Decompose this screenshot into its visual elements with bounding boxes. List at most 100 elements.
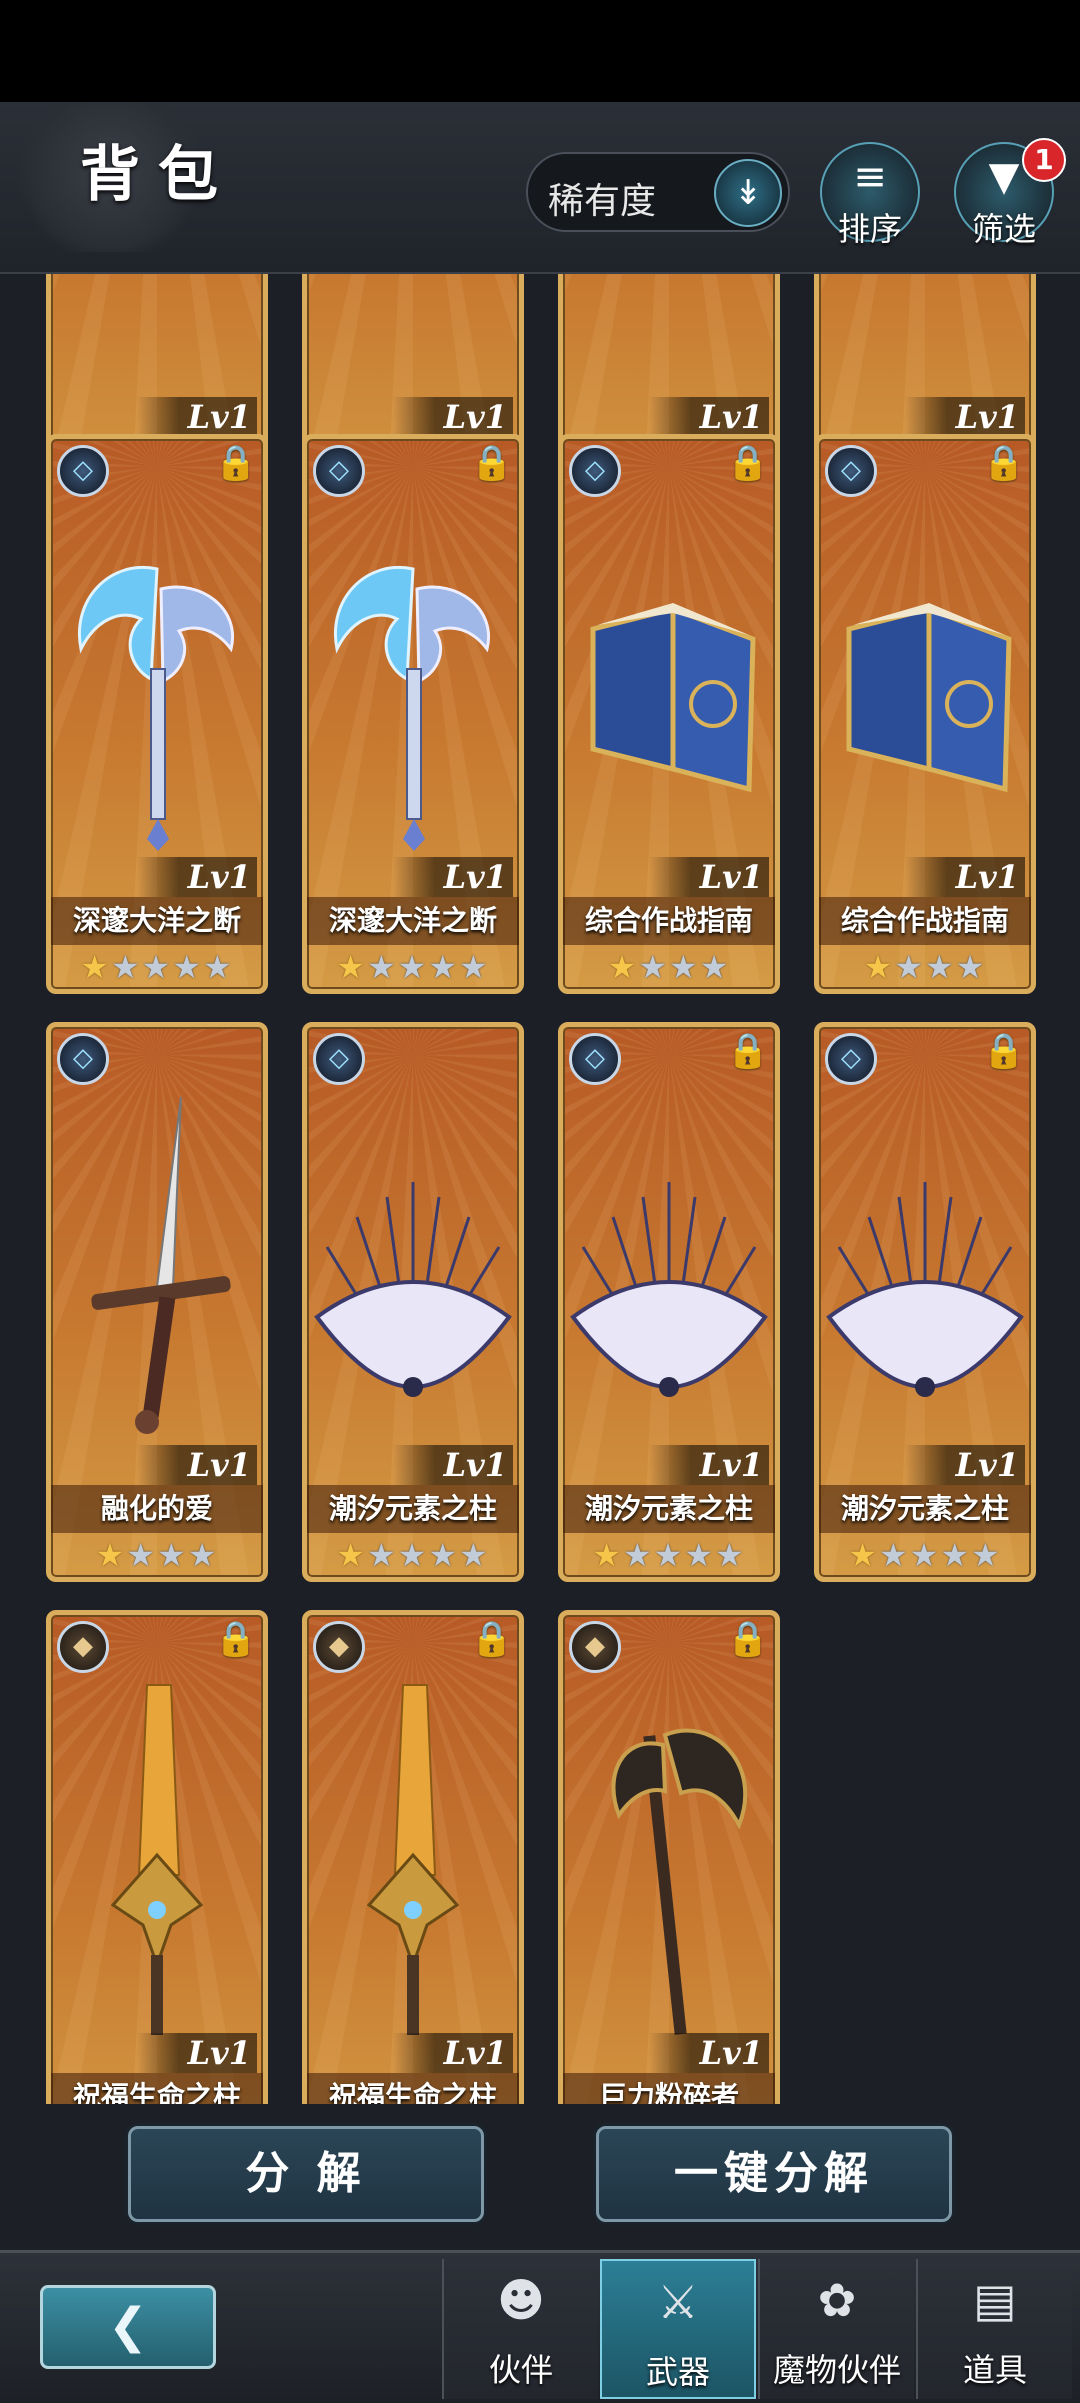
star-icon: ★: [638, 948, 669, 986]
weapon-card[interactable]: ◇ 🔒 Lv1 潮汐元素之柱 ★★★★★: [814, 1022, 1036, 1582]
level-label: Lv1: [905, 857, 1025, 897]
star-icon: ★: [971, 1536, 1002, 1574]
star-icon: ★: [336, 948, 367, 986]
star-icon: ★: [684, 1536, 716, 1574]
level-label: Lv1: [649, 397, 769, 437]
tab-monster-partner[interactable]: ✿ 魔物伙伴: [758, 2259, 914, 2399]
filter-count-badge: 1: [1022, 138, 1066, 182]
tab-label: 道具: [962, 2351, 1027, 2389]
level-label: Lv1: [393, 397, 513, 437]
star-icon: ★: [366, 1536, 398, 1574]
level-label: Lv1: [393, 1445, 513, 1485]
double-chevron-down-icon[interactable]: ↡: [714, 159, 782, 227]
water-element-icon: ◇: [57, 445, 109, 497]
lock-icon[interactable]: 🔒: [725, 1615, 771, 1661]
back-arrow-icon[interactable]: ❮: [40, 2285, 216, 2369]
weapon-card[interactable]: ◆ 🔒 Lv1 祝福生命之柱: [46, 1610, 268, 2104]
weapon-card[interactable]: ◇ 🔒 Lv1 深邃大洋之断 ★★★★★: [46, 434, 268, 994]
lock-icon[interactable]: 🔒: [213, 439, 259, 485]
weapon-name: 深邃大洋之断: [307, 897, 519, 945]
weapon-name: 祝福生命之柱: [51, 2073, 263, 2104]
level-label: Lv1: [905, 1445, 1025, 1485]
weapon-name: 深邃大洋之断: [51, 897, 263, 945]
water-element-icon: ◇: [569, 1033, 621, 1085]
rarity-sort-select[interactable]: 稀有度 ↡: [526, 152, 790, 232]
weapon-card[interactable]: ◆ 🔒 Lv1 祝福生命之柱: [302, 1610, 524, 2104]
weapon-name: 综合作战指南: [819, 897, 1031, 945]
filter-button-label: 筛选: [971, 210, 1036, 248]
weapon-card[interactable]: ◇ 🔒 Lv1 潮汐元素之柱 ★★★★★: [558, 1022, 780, 1582]
tab-items[interactable]: ▤ 道具: [916, 2259, 1072, 2399]
bottom-nav: ❮ ☻ 伙伴 ⚔ 武器 ✿ 魔物伙伴 ▤ 道具: [0, 2250, 1080, 2403]
star-icon: ★: [397, 948, 429, 986]
tab-label: 伙伴: [488, 2351, 553, 2389]
header-bar: 背包 稀有度 ↡ ≡ 排序 ▼ 筛选: [0, 102, 1080, 274]
water-element-icon: ◇: [313, 1033, 365, 1085]
one-click-decompose-button[interactable]: 一键分解: [596, 2126, 952, 2222]
lock-icon[interactable]: 🔒: [981, 439, 1027, 485]
level-label: Lv1: [137, 397, 257, 437]
star-rating: ★★★★★: [307, 947, 519, 987]
water-element-icon: ◇: [313, 445, 365, 497]
weapon-card[interactable]: ◇ 🔒 Lv1 综合作战指南 ★★★★: [814, 434, 1036, 994]
partial-weapon-icon: [51, 274, 263, 399]
star-icon: ★: [878, 1536, 910, 1574]
star-icon: ★: [863, 948, 895, 986]
star-icon: ★: [80, 948, 111, 986]
lock-icon[interactable]: 🔒: [725, 1027, 771, 1073]
lock-icon[interactable]: 🔒: [725, 439, 771, 485]
star-icon: ★: [428, 948, 460, 986]
sort-lines-icon: ≡: [853, 154, 887, 200]
partial-weapon-icon: [819, 274, 1031, 399]
ocean-axe-icon: [307, 499, 519, 859]
backpack-icon: ▤: [973, 2273, 1017, 2327]
star-icon: ★: [955, 948, 987, 986]
fan-icon: [819, 1087, 1031, 1447]
tab-partner[interactable]: ☻ 伙伴: [442, 2259, 598, 2399]
weapon-grid: ◇Lv1马琳提卡★★★★◇Lv1天光★★★★◇Lv1幻境★★★★◇Lv1森之呢喃…: [0, 274, 1080, 2104]
sort-order-button[interactable]: ≡ 排序: [820, 142, 920, 248]
star-icon: ★: [336, 1536, 367, 1574]
star-icon: ★: [141, 948, 173, 986]
partner-icon: ☻: [497, 2273, 545, 2327]
level-label: Lv1: [137, 857, 257, 897]
water-element-icon: ◇: [57, 1033, 109, 1085]
lock-icon[interactable]: 🔒: [981, 1027, 1027, 1073]
weapon-name: 潮汐元素之柱: [819, 1485, 1031, 1533]
star-icon: ★: [203, 948, 234, 986]
lock-icon[interactable]: 🔒: [469, 1615, 515, 1661]
star-icon: ★: [459, 1536, 490, 1574]
golden-staff-icon: [51, 1675, 263, 2045]
star-icon: ★: [95, 1536, 127, 1574]
tab-weapon[interactable]: ⚔ 武器: [600, 2259, 756, 2399]
water-element-icon: ◇: [569, 445, 621, 497]
weapon-card[interactable]: ◆ 🔒 Lv1 巨力粉碎者: [558, 1610, 780, 2104]
weapon-card[interactable]: ◇ 🔒 Lv1 深邃大洋之断 ★★★★★: [302, 434, 524, 994]
blue-book-icon: [563, 499, 775, 859]
level-label: Lv1: [393, 2033, 513, 2073]
monster-icon: ✿: [817, 2273, 857, 2327]
star-icon: ★: [894, 948, 925, 986]
weapon-card[interactable]: ◇ Lv1 潮汐元素之柱 ★★★★★: [302, 1022, 524, 1582]
water-element-icon: ◇: [825, 445, 877, 497]
lock-icon[interactable]: 🔒: [469, 439, 515, 485]
star-rating: ★★★★★: [819, 1535, 1031, 1575]
star-icon: ★: [715, 1536, 746, 1574]
star-icon: ★: [607, 948, 639, 986]
blue-book-icon: [819, 499, 1031, 859]
weapon-card[interactable]: ◇ 🔒 Lv1 综合作战指南 ★★★★: [558, 434, 780, 994]
fan-icon: [307, 1087, 519, 1447]
water-element-icon: ◇: [825, 1033, 877, 1085]
decompose-button[interactable]: 分 解: [128, 2126, 484, 2222]
lock-icon[interactable]: 🔒: [213, 1615, 259, 1661]
weapon-card[interactable]: ◇ Lv1 融化的爱 ★★★★: [46, 1022, 268, 1582]
level-label: Lv1: [649, 1445, 769, 1485]
star-rating: ★★★★★: [563, 1535, 775, 1575]
sort-button-label: 排序: [837, 210, 902, 248]
star-icon: ★: [848, 1536, 879, 1574]
dark-axe-icon: [563, 1675, 775, 2035]
star-icon: ★: [669, 948, 700, 986]
ocean-axe-icon: [51, 499, 263, 859]
star-icon: ★: [909, 1536, 941, 1574]
star-rating: ★★★★: [819, 947, 1031, 987]
